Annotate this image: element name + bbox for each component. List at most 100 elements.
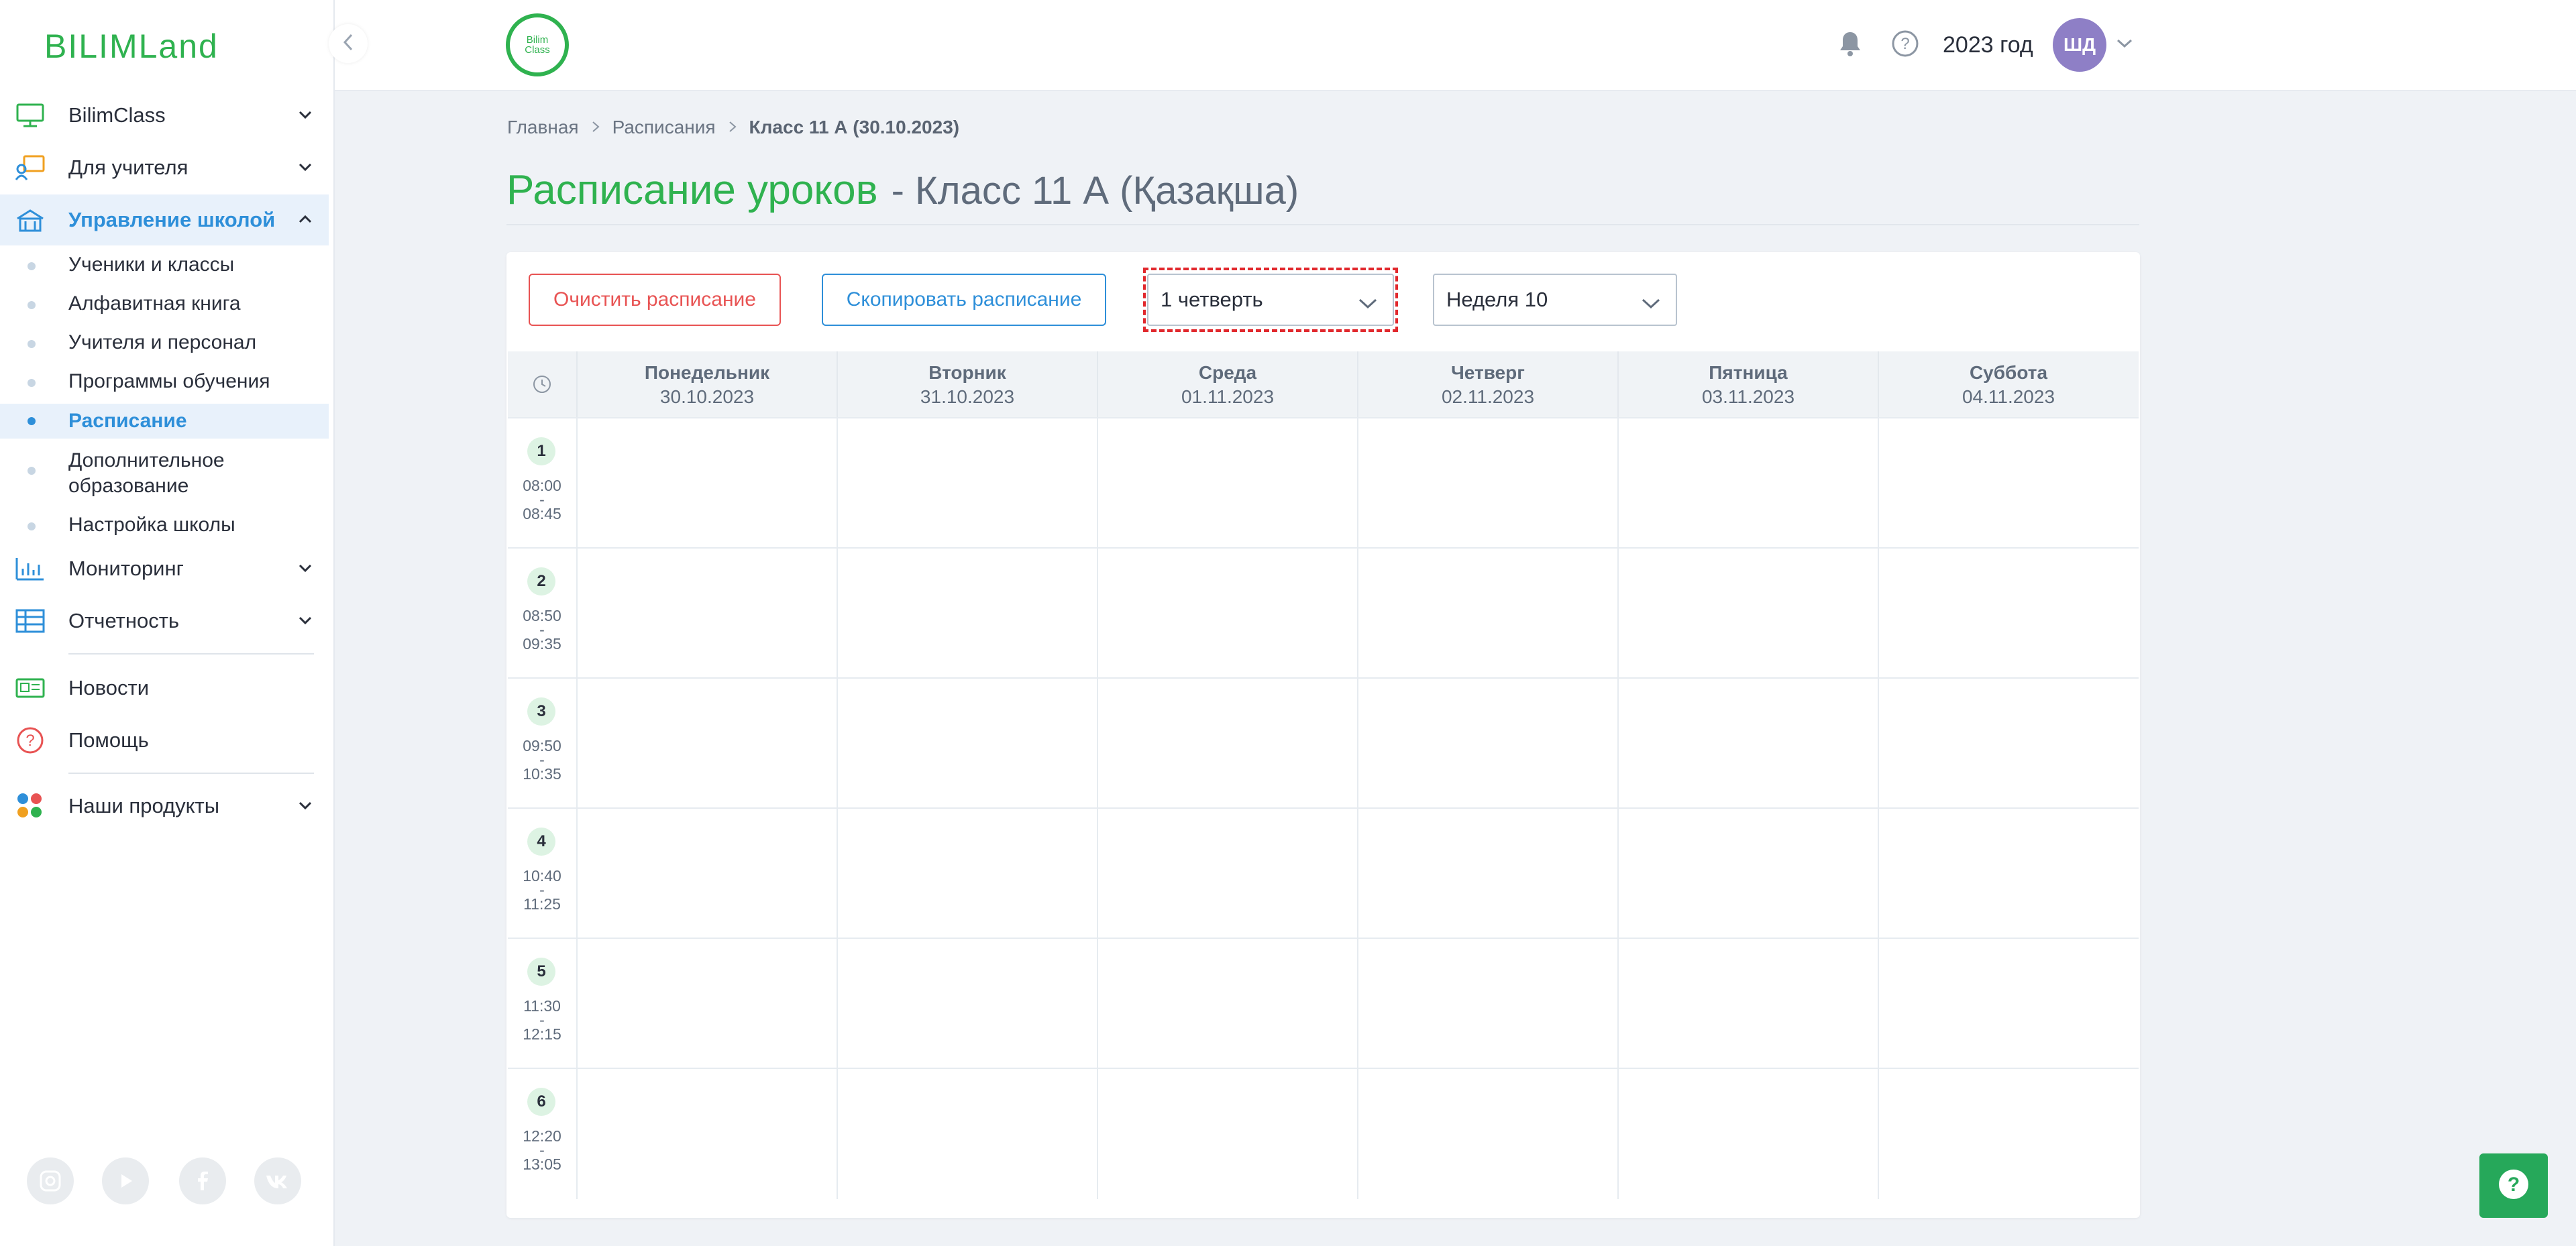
schedule-cell[interactable] (1878, 939, 2138, 1069)
sidebar-item-school-management[interactable]: Управление школой (0, 194, 329, 245)
lesson-time: 09:50-10:35 (508, 738, 576, 782)
schedule-cell[interactable] (837, 1069, 1097, 1199)
schedule-cell[interactable] (1097, 939, 1357, 1069)
news-icon (15, 674, 46, 702)
schedule-cell[interactable] (576, 939, 837, 1069)
lesson-number: 4 (527, 828, 555, 856)
schedule-cell[interactable] (837, 679, 1097, 809)
day-date: 03.11.2023 (1701, 386, 1795, 407)
schedule-cell[interactable] (1097, 549, 1357, 679)
submenu-item-school-settings[interactable]: Настройка школы (0, 512, 329, 539)
time-separator: - (539, 751, 545, 769)
schedule-cell[interactable] (1617, 809, 1878, 939)
bullet-dot (28, 301, 36, 309)
schedule-cell[interactable] (1097, 809, 1357, 939)
schedule-cell[interactable] (1357, 418, 1617, 549)
day-name: Суббота (1969, 362, 2048, 383)
day-header-thursday: Четверг 02.11.2023 (1357, 351, 1617, 417)
lesson-time: 08:50-09:35 (508, 608, 576, 652)
sidebar-item-news[interactable]: Новости (0, 663, 329, 714)
bilimland-logo[interactable]: BILIMLand (44, 27, 219, 66)
collapse-sidebar-button[interactable] (329, 24, 368, 63)
schedule-cell[interactable] (837, 418, 1097, 549)
schedule-cell[interactable] (1617, 418, 1878, 549)
help-chat-button[interactable]: ? (2479, 1153, 2548, 1218)
breadcrumb-schedules[interactable]: Расписания (612, 117, 716, 138)
schedule-cell[interactable] (1617, 939, 1878, 1069)
submenu-item-extra-education[interactable]: Дополнительное образование (0, 448, 329, 500)
submenu-item-alphabet-book[interactable]: Алфавитная книга (0, 291, 329, 318)
notifications-button[interactable] (1838, 20, 1862, 70)
schedule-cell[interactable] (576, 549, 837, 679)
schedule-cell[interactable] (1878, 809, 2138, 939)
submenu-item-teachers-staff[interactable]: Учителя и персонал (0, 330, 329, 357)
day-date: 30.10.2023 (659, 386, 755, 407)
youtube-icon[interactable] (102, 1157, 149, 1204)
clear-schedule-button[interactable]: Очистить расписание (529, 274, 781, 326)
schedule-cell[interactable] (1357, 549, 1617, 679)
week-select[interactable]: Неделя 10 (1433, 274, 1677, 326)
bullet-dot (28, 262, 36, 270)
chevron-left-icon (342, 33, 354, 55)
sidebar-item-help[interactable]: ? Помощь (0, 715, 329, 766)
schedule-cell[interactable] (1878, 549, 2138, 679)
breadcrumb-current: Класс 11 А (30.10.2023) (749, 117, 960, 137)
sidebar-item-label: Управление школой (68, 208, 276, 231)
schedule-cell[interactable] (837, 809, 1097, 939)
instagram-icon[interactable] (27, 1157, 74, 1204)
sidebar-item-bilimclass[interactable]: BilimClass (0, 90, 329, 141)
sidebar-item-monitoring[interactable]: Мониторинг (0, 543, 329, 594)
bullet-dot (28, 379, 36, 387)
breadcrumb-home[interactable]: Главная (507, 117, 579, 138)
day-header-wednesday: Среда 01.11.2023 (1097, 351, 1357, 417)
help-button[interactable]: ? (1890, 20, 1920, 70)
page-title-main: Расписание уроков (506, 167, 878, 213)
schedule-cell[interactable] (1097, 679, 1357, 809)
chevron-up-icon (295, 209, 315, 229)
schedule-cell[interactable] (1097, 418, 1357, 549)
schedule-cell[interactable] (1617, 679, 1878, 809)
schedule-cell[interactable] (1878, 679, 2138, 809)
day-date: 02.11.2023 (1441, 386, 1535, 407)
schedule-cell[interactable] (576, 1069, 837, 1199)
user-menu[interactable]: ШД (2053, 18, 2133, 72)
schedule-cell[interactable] (1878, 1069, 2138, 1199)
facebook-icon[interactable] (179, 1157, 226, 1204)
schedule-cell[interactable] (1357, 939, 1617, 1069)
copy-schedule-button[interactable]: Скопировать расписание (822, 274, 1106, 326)
vk-icon[interactable] (254, 1157, 301, 1204)
schedule-cell[interactable] (576, 418, 837, 549)
schedule-cell[interactable] (576, 679, 837, 809)
year-selector[interactable]: 2023 год (1943, 20, 2033, 70)
lesson-end-time: 09:35 (523, 635, 561, 653)
sidebar-item-teacher[interactable]: Для учителя (0, 142, 329, 193)
schedule-cell[interactable] (1357, 679, 1617, 809)
schedule-cell[interactable] (1097, 1069, 1357, 1199)
lesson-row: 1 08:00-08:45 (508, 417, 2139, 549)
schedule-cell[interactable] (837, 549, 1097, 679)
schedule-cell[interactable] (1617, 549, 1878, 679)
schedule-cell[interactable] (1357, 1069, 1617, 1199)
chevron-down-icon (295, 157, 315, 177)
schedule-cell[interactable] (1357, 809, 1617, 939)
help-circle-icon: ? (2495, 1166, 2532, 1206)
schedule-cell[interactable] (837, 939, 1097, 1069)
schedule-cell[interactable] (1878, 418, 2138, 549)
bilimclass-logo[interactable]: Bilim Class (506, 13, 569, 76)
schedule-cell[interactable] (576, 809, 837, 939)
sidebar-item-reports[interactable]: Отчетность (0, 596, 329, 646)
help-circle-icon: ? (1890, 29, 1920, 62)
lesson-row: 6 12:20-13:05 (508, 1068, 2139, 1199)
lesson-time: 11:30-12:15 (508, 998, 576, 1042)
submenu-label: Программы обучения (68, 370, 270, 392)
submenu-item-programs[interactable]: Программы обучения (0, 369, 329, 396)
sidebar-divider (68, 653, 314, 655)
submenu-item-schedule[interactable]: Расписание (0, 404, 329, 439)
sidebar-item-products[interactable]: Наши продукты (0, 781, 329, 832)
submenu-item-students[interactable]: Ученики и классы (0, 252, 329, 279)
schedule-cell[interactable] (1617, 1069, 1878, 1199)
table-header: Понедельник 30.10.2023 Вторник 31.10.2023 … (508, 351, 2139, 417)
sidebar-item-label: Для учителя (68, 156, 189, 179)
sidebar-item-label: Мониторинг (68, 557, 184, 580)
time-separator: - (539, 881, 545, 899)
